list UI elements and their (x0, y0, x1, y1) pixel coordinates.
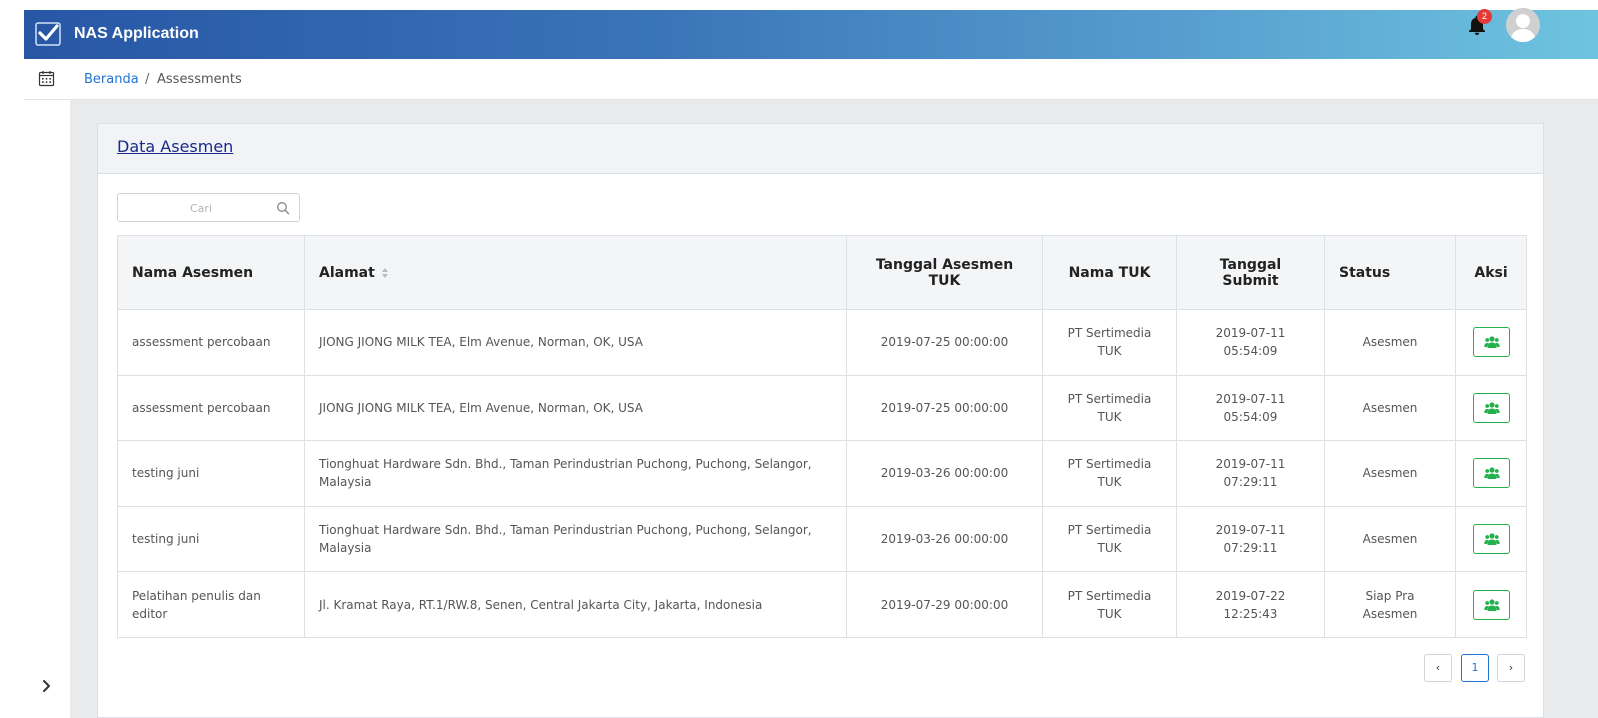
cell-tuk: PT Sertimedia TUK (1042, 440, 1177, 507)
data-card: Data Asesmen Nama Asesmen Alamat Tanggal… (97, 123, 1544, 718)
user-avatar-icon[interactable] (1506, 8, 1540, 42)
table-row: assessment percobaan JIONG JIONG MILK TE… (117, 374, 1527, 442)
cell-alamat: Jl. Kramat Raya, RT.1/RW.8, Senen, Centr… (304, 571, 847, 638)
table-row: Pelatihan penulis dan editor Jl. Kramat … (117, 571, 1527, 638)
cell-nama: assessment percobaan (117, 374, 305, 442)
cell-submit: 2019-07-11 05:54:09 (1176, 374, 1325, 442)
cell-alamat: Tionghuat Hardware Sdn. Bhd., Taman Peri… (304, 440, 847, 507)
breadcrumb-separator: / (145, 72, 150, 87)
action-button[interactable] (1472, 458, 1510, 489)
search-box (117, 193, 300, 222)
cell-tanggal: 2019-07-25 00:00:00 (846, 374, 1043, 442)
cell-tanggal: 2019-07-29 00:00:00 (846, 571, 1043, 638)
cell-tuk: PT Sertimedia TUK (1042, 505, 1177, 573)
users-group-icon (1483, 533, 1500, 546)
top-navbar: NAS Application (24, 10, 1598, 59)
search-icon[interactable] (276, 201, 290, 215)
cell-alamat: JIONG JIONG MILK TEA, Elm Avenue, Norman… (304, 374, 847, 442)
breadcrumb-home-link[interactable]: Beranda (84, 72, 139, 87)
cell-nama: testing juni (117, 440, 305, 507)
cell-tuk: PT Sertimedia TUK (1042, 571, 1177, 638)
header-aksi: Aksi (1455, 235, 1527, 310)
cell-nama: testing juni (117, 505, 305, 573)
cell-status: Asesmen (1324, 440, 1456, 507)
assessments-table: Nama Asesmen Alamat Tanggal Asesmen TUK … (117, 235, 1527, 638)
card-title[interactable]: Data Asesmen (117, 137, 233, 156)
chevron-right-icon[interactable] (37, 674, 57, 698)
header-alamat[interactable]: Alamat (304, 235, 847, 310)
cell-status: Asesmen (1324, 374, 1456, 442)
table-row: assessment percobaan JIONG JIONG MILK TE… (117, 309, 1527, 376)
users-group-icon (1483, 467, 1500, 480)
cell-aksi (1455, 374, 1527, 442)
cell-submit: 2019-07-22 12:25:43 (1176, 571, 1325, 638)
users-group-icon (1483, 402, 1500, 414)
cell-tanggal: 2019-03-26 00:00:00 (846, 505, 1043, 573)
pagination-page-1[interactable]: 1 (1461, 654, 1489, 682)
search-input[interactable] (126, 198, 276, 218)
pagination-next-button[interactable]: › (1497, 654, 1525, 682)
calendar-icon[interactable] (38, 70, 55, 87)
users-group-icon (1483, 599, 1500, 611)
users-group-icon (1483, 336, 1500, 349)
cell-submit: 2019-07-11 07:29:11 (1176, 440, 1325, 507)
cell-status: Siap Pra Asesmen (1324, 571, 1456, 638)
header-alamat-label: Alamat (319, 264, 375, 281)
action-button[interactable] (1472, 524, 1510, 555)
breadcrumb-current: Assessments (157, 72, 242, 87)
card-header: Data Asesmen (98, 124, 1543, 174)
cell-aksi (1455, 309, 1527, 376)
header-status: Status (1324, 235, 1456, 310)
cell-submit: 2019-07-11 07:29:11 (1176, 505, 1325, 573)
action-button[interactable] (1472, 327, 1510, 358)
cell-submit: 2019-07-11 05:54:09 (1176, 309, 1325, 376)
action-button[interactable] (1472, 392, 1510, 423)
notification-badge: 2 (1477, 9, 1492, 24)
cell-nama: Pelatihan penulis dan editor (117, 571, 305, 638)
cell-tanggal: 2019-07-25 00:00:00 (846, 309, 1043, 376)
table-row: testing juni Tionghuat Hardware Sdn. Bhd… (117, 505, 1527, 573)
cell-nama: assessment percobaan (117, 309, 305, 376)
cell-status: Asesmen (1324, 309, 1456, 376)
header-tanggal-submit: Tanggal Submit (1176, 235, 1325, 310)
header-nama-asesmen: Nama Asesmen (117, 235, 305, 310)
action-button[interactable] (1472, 589, 1510, 620)
cell-tuk: PT Sertimedia TUK (1042, 374, 1177, 442)
breadcrumb: Beranda / Assessments (24, 59, 1598, 100)
table-row: testing juni Tionghuat Hardware Sdn. Bhd… (117, 440, 1527, 507)
sort-icon[interactable] (381, 267, 389, 279)
cell-aksi (1455, 505, 1527, 573)
cell-aksi (1455, 440, 1527, 507)
cell-tanggal: 2019-03-26 00:00:00 (846, 440, 1043, 507)
checkmark-logo-icon (35, 22, 61, 46)
pagination-prev-button[interactable]: ‹ (1424, 654, 1452, 682)
cell-alamat: Tionghuat Hardware Sdn. Bhd., Taman Peri… (304, 505, 847, 573)
app-title: NAS Application (74, 25, 199, 42)
cell-alamat: JIONG JIONG MILK TEA, Elm Avenue, Norman… (304, 309, 847, 376)
header-tanggal-asesmen-tuk: Tanggal Asesmen TUK (846, 235, 1043, 310)
cell-aksi (1455, 571, 1527, 638)
table-header-row: Nama Asesmen Alamat Tanggal Asesmen TUK … (117, 235, 1527, 310)
cell-status: Asesmen (1324, 505, 1456, 573)
cell-tuk: PT Sertimedia TUK (1042, 309, 1177, 376)
header-nama-tuk: Nama TUK (1042, 235, 1177, 310)
sidebar (24, 100, 70, 718)
